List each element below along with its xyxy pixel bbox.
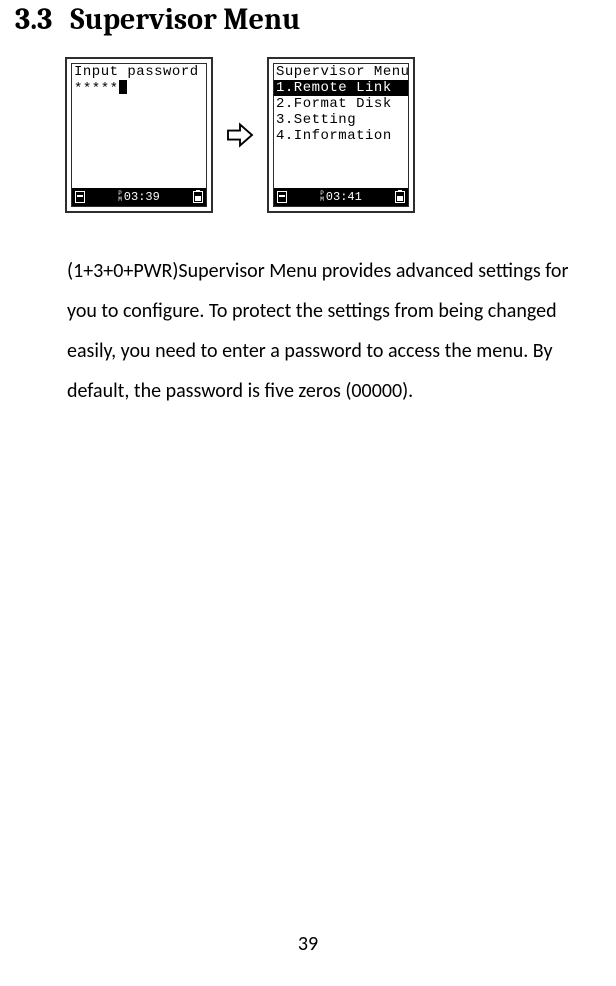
menu-item: 4.Information (274, 128, 408, 144)
clock-time: 03:41 (326, 190, 362, 204)
menu-item: 2.Format Disk (274, 96, 408, 112)
section-title-text: Supervisor Menu (70, 2, 300, 37)
menu-title: Supervisor Menu (274, 64, 408, 80)
battery-icon (395, 191, 405, 203)
status-bar-menu: PM 03:41 (274, 188, 408, 206)
section-number: 3.3 (15, 2, 52, 37)
arrow-right-icon (225, 120, 255, 150)
password-masked: ***** (74, 81, 119, 96)
screenshot-menu: Supervisor Menu 1.Remote Link2.Format Di… (267, 57, 415, 213)
status-bar-password: PM 03:39 (72, 188, 206, 206)
status-icon-left (277, 191, 287, 203)
text-cursor (119, 80, 127, 94)
page-number: 39 (0, 932, 616, 956)
menu-item: 3.Setting (274, 112, 408, 128)
screenshot-password: Input password ***** PM 03:39 (65, 57, 213, 213)
status-clock: PM 03:41 (320, 190, 362, 204)
status-clock: PM 03:39 (118, 190, 160, 204)
figure-row: Input password ***** PM 03:39 (65, 57, 601, 213)
body-paragraph: (1+3+0+PWR)Supervisor Menu provides adva… (67, 251, 601, 411)
ampm-bot: M (118, 197, 122, 203)
battery-icon (193, 191, 203, 203)
clock-time: 03:39 (124, 190, 160, 204)
ampm-bot: M (320, 197, 324, 203)
section-heading: 3.3 Supervisor Menu (15, 0, 601, 37)
status-icon-left (75, 191, 85, 203)
menu-item: 1.Remote Link (274, 80, 408, 96)
password-prompt: Input password (72, 64, 206, 80)
password-masked-row: ***** (72, 80, 206, 96)
